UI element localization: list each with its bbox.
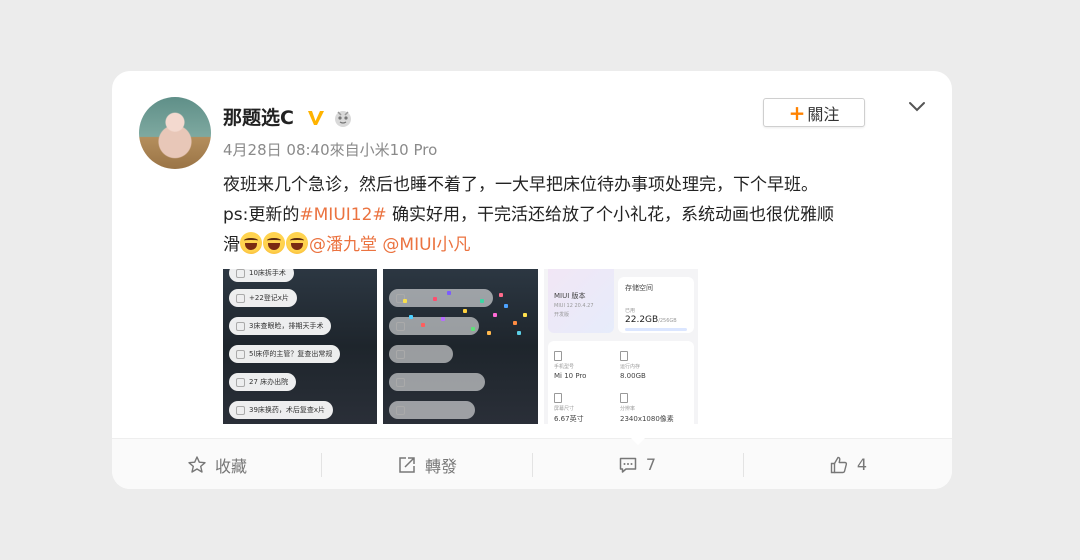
laughing-emoji-icon	[286, 232, 308, 254]
screen-label: 屏幕尺寸	[554, 406, 575, 412]
miui-version-panel: MIUI 版本 MIUI 12 20.4.27 开发版	[548, 269, 614, 333]
post-image-thumbnail[interactable]: MIUI 版本 MIUI 12 20.4.27 开发版 存储空间 已用 22.2…	[544, 269, 698, 424]
confetti	[493, 313, 497, 317]
miui-version: MIUI 12 20.4.27	[554, 303, 594, 309]
confetti	[409, 315, 413, 319]
like-count: 4	[856, 455, 868, 474]
task-item-faded	[389, 345, 453, 363]
res-value: 2340x1080像素	[620, 415, 674, 423]
model-label: 手机型号	[554, 364, 575, 370]
confetti	[433, 297, 437, 301]
avatar[interactable]	[139, 97, 211, 169]
confetti	[421, 323, 425, 327]
confetti	[513, 321, 517, 325]
task-item-faded	[389, 373, 485, 391]
content-text: ps:更新的	[223, 205, 300, 225]
post-meta: 4月28日 08:40來自小米10 Pro	[223, 141, 438, 159]
confetti	[487, 331, 491, 335]
storage-panel: 存储空间 已用 22.2GB/256GB	[618, 277, 694, 333]
content-text: 滑	[223, 235, 240, 255]
confetti	[463, 309, 467, 313]
ram-label: 运行内存	[620, 364, 641, 370]
favorite-label: 收藏	[214, 456, 247, 476]
confetti	[441, 317, 445, 321]
star-icon	[188, 455, 206, 473]
laughing-emoji-icon	[240, 232, 262, 254]
phone-icon	[554, 351, 562, 361]
post-actions-bar: 收藏 轉發 7 4	[112, 438, 952, 489]
content-line-3: 滑 @潘九堂 @MIUI小凡	[223, 230, 923, 260]
confetti	[480, 299, 484, 303]
follow-button[interactable]: + 關注	[763, 98, 865, 127]
confetti	[447, 291, 451, 295]
task-item-faded	[389, 401, 475, 419]
task-item: 27 床办出院	[229, 373, 297, 391]
mention-link[interactable]: @潘九堂	[309, 235, 377, 255]
mention-link[interactable]: @MIUI小凡	[382, 235, 470, 255]
ram-value: 8.00GB	[620, 372, 646, 380]
comment-button[interactable]: 7	[532, 439, 742, 489]
confetti	[523, 313, 527, 317]
laughing-emoji-icon	[263, 232, 285, 254]
username[interactable]: 那题选C	[223, 105, 294, 131]
memory-icon	[620, 351, 628, 361]
content-text: 确实好用，干完活还给放了个小礼花，系统动画也很优雅顺	[386, 205, 835, 225]
content-line-2: ps:更新的#MIUI12# 确实好用，干完活还给放了个小礼花，系统动画也很优雅…	[223, 200, 923, 230]
like-button[interactable]: 4	[743, 439, 952, 489]
repost-label: 轉發	[424, 456, 457, 476]
confetti	[517, 331, 521, 335]
storage-label: 存储空间	[625, 284, 653, 292]
confetti	[471, 327, 475, 331]
confetti	[504, 304, 508, 308]
verified-v-icon	[308, 111, 324, 125]
task-item: 39床换药，术后复查x片	[229, 401, 334, 419]
storage-used-label: 已用	[625, 308, 636, 314]
task-item: +22登记x片	[229, 289, 297, 307]
comment-count: 7	[645, 455, 657, 474]
task-item: 5l床停的主管？复查出常规	[229, 345, 341, 363]
res-label: 分辨率	[620, 406, 636, 412]
chevron-down-icon[interactable]	[906, 95, 928, 117]
screen-icon	[554, 393, 562, 403]
weibo-post-card: 那题选C 4月28日 08:40來自小米10 Pro + 關注 夜班来几个急诊，…	[112, 71, 952, 489]
miui-sub: 开发版	[554, 312, 570, 318]
miui-label: MIUI 版本	[554, 292, 586, 300]
hashtag-link[interactable]: #MIUI12#	[299, 205, 386, 225]
task-item-faded	[389, 289, 493, 307]
resolution-icon	[620, 393, 628, 403]
specs-panel: 手机型号 Mi 10 Pro 运行内存 8.00GB 屏幕尺寸 6.67英寸 分…	[548, 341, 694, 424]
task-item-faded	[389, 317, 479, 335]
comment-icon	[619, 457, 637, 473]
content-line-1: 夜班来几个急诊，然后也睡不着了，一大早把床位待办事项处理完，下个早班。	[223, 175, 818, 195]
storage-bar	[625, 328, 687, 331]
plus-icon: +	[788, 100, 806, 125]
confetti	[499, 293, 503, 297]
follow-label: 關注	[807, 104, 840, 124]
storage-value: 22.2GB/256GB	[625, 315, 677, 325]
post-image-thumbnail[interactable]: 10床拆手术 +22登记x片 3床查眼睑，排期天手术 5l床停的主管？复查出常规…	[223, 269, 377, 424]
thumbs-up-icon	[830, 456, 847, 473]
post-image-thumbnail[interactable]	[383, 269, 538, 424]
level-badge-icon	[335, 111, 351, 127]
share-icon	[399, 456, 415, 473]
screen-value: 6.67英寸	[554, 415, 584, 423]
confetti	[403, 299, 407, 303]
task-item: 10床拆手术	[229, 269, 294, 282]
post-content: 夜班来几个急诊，然后也睡不着了，一大早把床位待办事项处理完，下个早班。 ps:更…	[223, 170, 923, 260]
favorite-button[interactable]: 收藏	[112, 439, 322, 489]
model-value: Mi 10 Pro	[554, 372, 587, 380]
repost-button[interactable]: 轉發	[322, 439, 532, 489]
task-item: 3床查眼睑，排期天手术	[229, 317, 332, 335]
